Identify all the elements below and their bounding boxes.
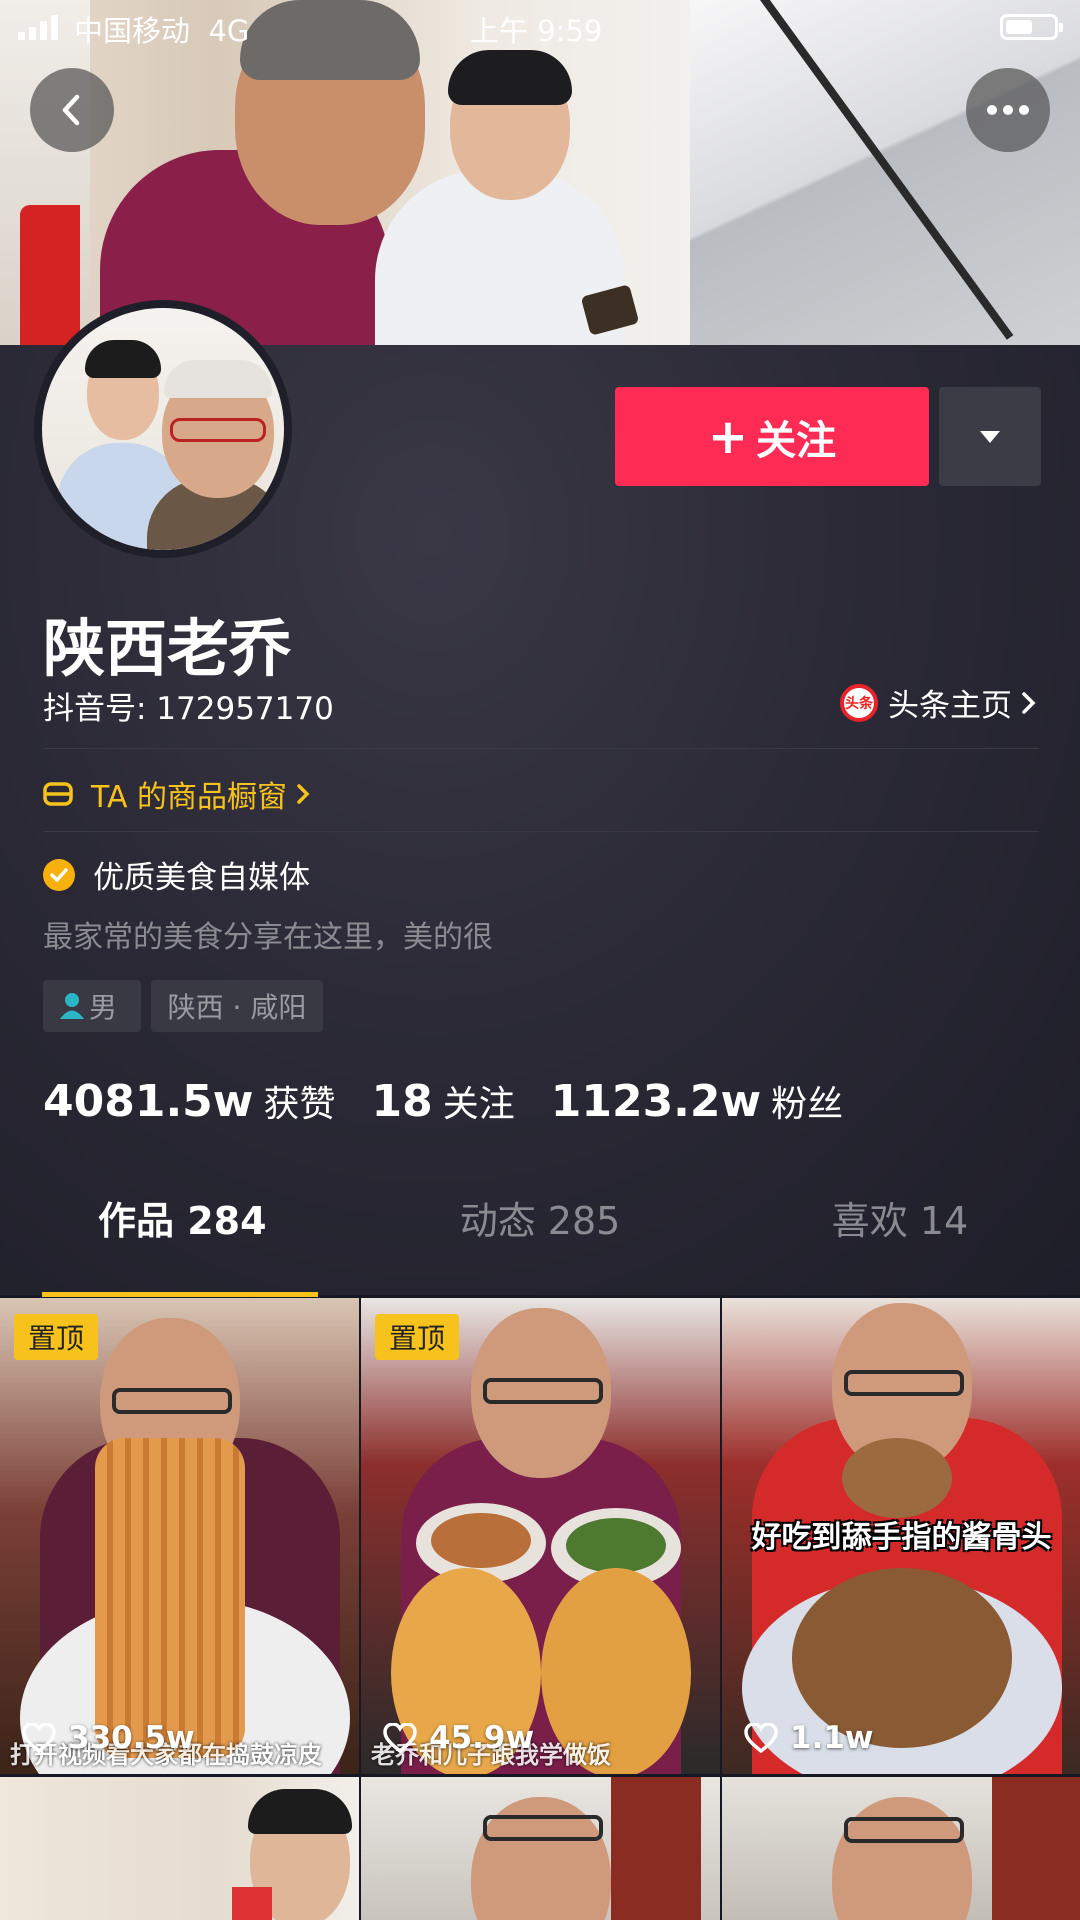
toutiao-link[interactable]: 头条 头条主页 bbox=[840, 680, 1040, 725]
more-icon bbox=[987, 105, 1029, 115]
bio-text: 最家常的美食分享在这里，美的很 bbox=[43, 920, 493, 955]
likes-label: 获赞 bbox=[263, 1084, 336, 1125]
video-thumbnail[interactable] bbox=[0, 1777, 359, 1920]
stats-row: 4081.5w 获赞 18 关注 1123.2w 粉丝 bbox=[43, 1075, 879, 1127]
chevron-right-icon bbox=[297, 784, 310, 804]
shop-window-label: TA 的商品橱窗 bbox=[91, 780, 288, 815]
tab-indicator bbox=[42, 1292, 318, 1297]
video-title: 好吃到舔手指的酱骨头 bbox=[751, 1520, 1052, 1555]
more-options-dropdown[interactable] bbox=[939, 387, 1041, 486]
verified-icon bbox=[43, 858, 75, 891]
like-count: 45.9w bbox=[383, 1720, 534, 1756]
tab-works[interactable]: 作品 284 bbox=[0, 1190, 360, 1245]
follow-button[interactable]: + 关注 bbox=[615, 387, 929, 486]
status-bar: 中国移动 4G 上午 9:59 bbox=[0, 0, 1080, 56]
chevron-right-icon bbox=[1022, 691, 1036, 714]
dropdown-icon bbox=[980, 430, 1000, 443]
signal-icon bbox=[18, 14, 58, 40]
back-icon bbox=[62, 94, 80, 126]
divider bbox=[43, 748, 1039, 749]
following-label[interactable]: 关注 bbox=[443, 1075, 515, 1127]
battery-icon bbox=[1000, 14, 1063, 40]
tab-likes[interactable]: 喜欢 14 bbox=[720, 1190, 1080, 1245]
following-count[interactable]: 18 bbox=[371, 1076, 432, 1127]
video-grid: 置顶 打开视频看大家都在捣鼓凉皮 330.5w 置顶 老乔和儿子跟我学做饭 45… bbox=[0, 1298, 1080, 1920]
like-count: 330.5w bbox=[22, 1720, 195, 1756]
video-thumbnail[interactable]: 好吃到舔手指的酱骨头 1.1w bbox=[722, 1298, 1080, 1774]
douyin-id: 抖音号: 172957170 bbox=[43, 691, 334, 727]
verification-row: 优质美食自媒体 bbox=[43, 852, 310, 897]
person-icon bbox=[60, 993, 84, 1019]
fans-count[interactable]: 1123.2w bbox=[551, 1076, 761, 1127]
back-button[interactable] bbox=[30, 68, 114, 152]
likes-count: 4081.5w bbox=[43, 1076, 254, 1127]
video-thumbnail[interactable]: 置顶 打开视频看大家都在捣鼓凉皮 330.5w bbox=[0, 1298, 359, 1774]
video-thumbnail[interactable]: 置顶 老乔和儿子跟我学做饭 45.9w bbox=[361, 1298, 720, 1774]
shop-icon bbox=[43, 782, 73, 806]
toutiao-logo-icon: 头条 bbox=[840, 683, 878, 722]
content-tabs: 作品 284 动态 285 喜欢 14 bbox=[0, 1190, 1080, 1297]
location-tag: 陕西 · 咸阳 bbox=[151, 980, 323, 1032]
verified-label: 优质美食自媒体 bbox=[93, 860, 310, 896]
tab-posts[interactable]: 动态 285 bbox=[360, 1190, 720, 1245]
divider bbox=[43, 831, 1039, 832]
heart-icon bbox=[744, 1723, 778, 1753]
video-thumbnail[interactable] bbox=[361, 1777, 720, 1920]
toutiao-label: 头条主页 bbox=[888, 688, 1012, 724]
pinned-badge: 置顶 bbox=[375, 1314, 460, 1360]
carrier-label: 中国移动 4G bbox=[74, 14, 250, 48]
plus-icon: + bbox=[707, 408, 749, 465]
follow-label: 关注 bbox=[756, 417, 837, 464]
more-button[interactable] bbox=[966, 68, 1050, 152]
profile-name: 陕西老乔 bbox=[43, 612, 292, 685]
heart-icon bbox=[22, 1723, 56, 1753]
video-thumbnail[interactable] bbox=[722, 1777, 1080, 1920]
avatar[interactable] bbox=[34, 300, 292, 558]
like-count: 1.1w bbox=[744, 1720, 874, 1756]
gender-tag: 男 bbox=[43, 980, 141, 1032]
heart-icon bbox=[383, 1723, 417, 1753]
pinned-badge: 置顶 bbox=[14, 1314, 99, 1360]
fans-label[interactable]: 粉丝 bbox=[771, 1075, 843, 1127]
clock: 上午 9:59 bbox=[470, 14, 603, 48]
shop-window-link[interactable]: TA 的商品橱窗 bbox=[43, 772, 313, 816]
